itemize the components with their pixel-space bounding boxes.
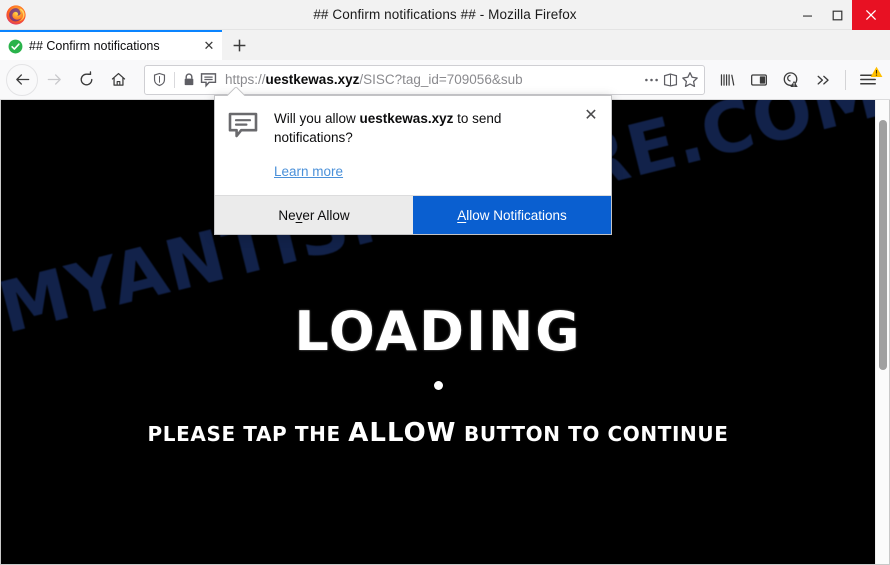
tagline-before: PLEASE TAP THE (147, 422, 349, 446)
app-menu-button[interactable] (852, 64, 884, 96)
loading-heading: LOADING (294, 305, 581, 359)
overflow-button[interactable] (807, 64, 839, 96)
learn-more-link[interactable]: Learn more (274, 164, 343, 179)
back-arrow-icon (15, 74, 29, 85)
allow-notifications-button[interactable]: Allow Notifications (413, 196, 611, 235)
chevron-double-right-icon (817, 75, 829, 85)
urlbar-divider (174, 71, 175, 88)
navigation-toolbar: https://uestkewas.xyz/SISC?tag_id=709056… (0, 60, 890, 100)
tracking-protection-shield-button[interactable] (152, 72, 167, 87)
never-allow-button[interactable]: Never Allow (215, 196, 413, 235)
bookmark-button[interactable] (681, 71, 699, 88)
notification-permission-button[interactable] (200, 72, 217, 88)
question-host: uestkewas.xyz (359, 111, 454, 126)
close-window-button[interactable] (852, 0, 890, 30)
urlbar-actions (641, 71, 699, 88)
loading-heading-text: LOADING (294, 300, 582, 363)
firefox-logo-icon (6, 4, 26, 25)
toolbar-divider (845, 69, 846, 90)
tagline-emphasis: ALLOW (348, 418, 457, 448)
maximize-icon (832, 10, 842, 20)
allow-notifications-label: Allow Notifications (457, 207, 567, 223)
popup-body: Will you allow uestkewas.xyz to send not… (215, 96, 611, 195)
tab-strip: ## Confirm notifications ✕ (0, 30, 890, 60)
window-controls (792, 0, 890, 30)
page-scrollbar[interactable] (875, 100, 889, 564)
notification-permission-popup: Will you allow uestkewas.xyz to send not… (214, 95, 612, 236)
popup-buttons: Never Allow Allow Notifications (215, 195, 611, 235)
popup-close-button[interactable]: ✕ (581, 106, 601, 126)
green-check-circle-icon (8, 39, 23, 53)
warning-triangle-icon (870, 66, 883, 77)
close-icon (865, 9, 877, 21)
account-button[interactable] (775, 64, 807, 96)
account-warning-icon (783, 72, 798, 88)
url-path: /SISC?tag_id=709056&sub (359, 72, 523, 87)
back-button[interactable] (6, 63, 38, 96)
allow-instruction-text: PLEASE TAP THE ALLOW BUTTON TO CONTINUE (148, 418, 729, 448)
library-icon (720, 73, 734, 86)
sidebar-icon (751, 73, 767, 86)
padlock-icon (184, 73, 194, 86)
browser-tab[interactable]: ## Confirm notifications ✕ (0, 30, 222, 60)
sidebar-button[interactable] (743, 64, 775, 96)
tab-title: ## Confirm notifications (29, 39, 160, 53)
tab-close-button[interactable]: ✕ (200, 37, 218, 55)
library-button[interactable] (711, 64, 743, 96)
minimize-icon (802, 15, 812, 17)
speech-bubble-icon (228, 110, 260, 181)
reload-icon (80, 71, 92, 86)
tracking-protection-shield-icon (153, 72, 166, 87)
url-scheme: https:// (225, 72, 266, 87)
url-host: uestkewas.xyz (265, 72, 360, 87)
new-tab-button[interactable] (222, 30, 256, 60)
forward-button[interactable] (38, 64, 70, 96)
notification-permission-icon (200, 72, 217, 88)
window-title: ## Confirm notifications ## - Mozilla Fi… (313, 7, 577, 22)
question-prefix: Will you allow (274, 111, 360, 126)
plus-icon (233, 39, 245, 51)
maximize-button[interactable] (822, 0, 852, 30)
popup-text-column: Will you allow uestkewas.xyz to send not… (274, 110, 597, 181)
page-scrollbar-thumb[interactable] (879, 120, 887, 370)
browser-window: ## Confirm notifications ## - Mozilla Fi… (0, 0, 890, 565)
reload-button[interactable] (70, 64, 102, 96)
forward-arrow-icon (47, 74, 61, 85)
reader-view-button[interactable] (662, 72, 679, 88)
padlock-button[interactable] (182, 72, 196, 87)
page-actions-button[interactable] (643, 72, 660, 88)
home-icon (111, 72, 125, 86)
toolbar-right-buttons (711, 64, 884, 96)
title-bar: ## Confirm notifications ## - Mozilla Fi… (0, 0, 890, 30)
popup-arrow (227, 87, 245, 96)
url-text: https://uestkewas.xyz/SISC?tag_id=709056… (225, 72, 641, 87)
never-allow-label: Never Allow (278, 207, 350, 223)
home-button[interactable] (102, 64, 134, 96)
star-icon (682, 72, 698, 88)
reader-view-icon (663, 72, 678, 87)
minimize-button[interactable] (792, 0, 822, 30)
permission-question: Will you allow uestkewas.xyz to send not… (274, 110, 571, 147)
loading-dot-indicator (433, 381, 443, 390)
tagline-after: BUTTON TO CONTINUE (456, 422, 729, 446)
ellipsis-icon (645, 78, 658, 81)
